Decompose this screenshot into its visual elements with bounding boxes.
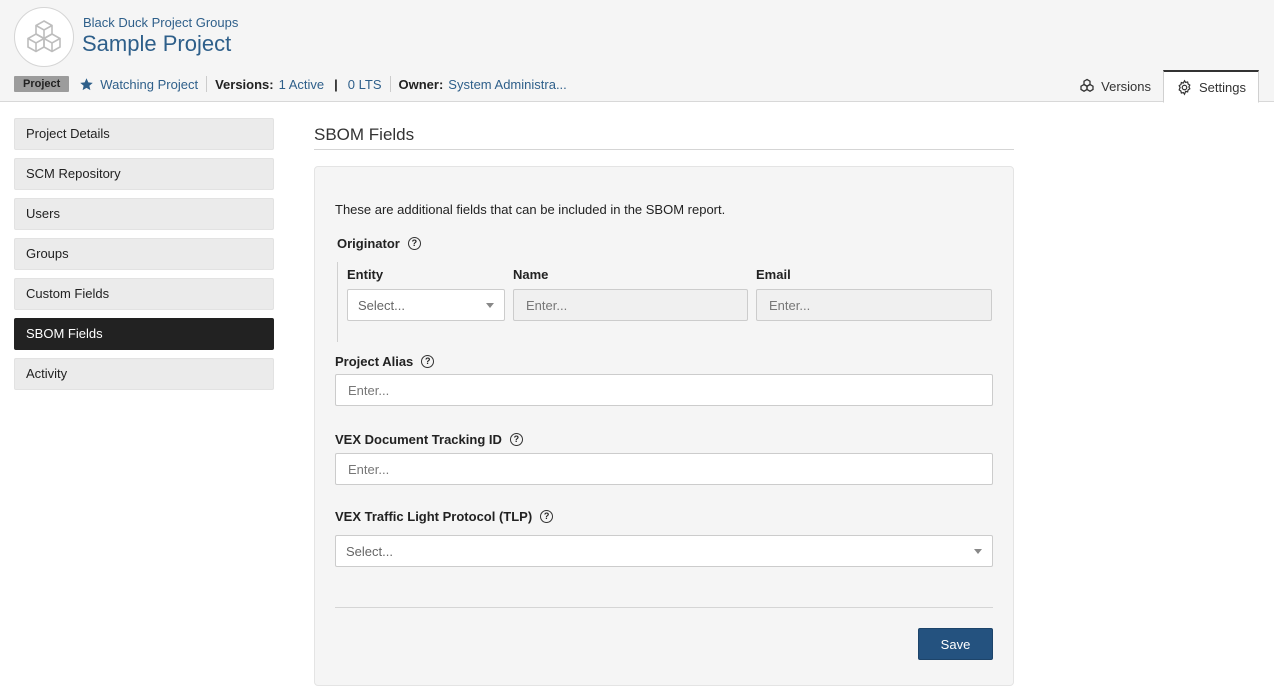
name-label: Name [513,267,549,282]
settings-sidebar: Project Details SCM Repository Users Gro… [14,118,274,398]
project-header: Black Duck Project Groups Sample Project… [0,0,1274,103]
entity-select[interactable]: Select... [347,289,505,321]
meta-divider [389,76,391,92]
project-logo [14,7,74,67]
parent-group-link[interactable]: Black Duck Project Groups [83,15,238,30]
sidebar-item-project-details[interactable]: Project Details [14,118,274,150]
originator-help-icon[interactable]: ? [407,237,421,250]
originator-label: Originator ? [337,236,421,251]
sidebar-item-groups[interactable]: Groups [14,238,274,270]
sidebar-item-sbom-fields[interactable]: SBOM Fields [14,318,274,350]
watching-project-link[interactable]: Watching Project [100,77,198,92]
tab-settings[interactable]: Settings [1163,70,1259,103]
vex-tracking-label-text: VEX Document Tracking ID [335,432,502,447]
owner-link[interactable]: System Administra... [448,77,566,92]
meta-divider [206,76,208,92]
versions-separator: | [334,76,338,92]
sbom-fields-form: These are additional fields that can be … [314,166,1014,686]
owner-label: Owner: [398,76,444,92]
sidebar-item-users[interactable]: Users [14,198,274,230]
sidebar-item-scm-repository[interactable]: SCM Repository [14,158,274,190]
form-divider [335,607,993,608]
cubes-icon [27,20,61,53]
originator-label-text: Originator [337,236,400,251]
chevron-down-icon [974,548,982,554]
tab-settings-label: Settings [1199,79,1246,95]
versions-label: Versions: [215,76,274,92]
tab-versions[interactable]: Versions [1067,70,1163,102]
vex-tlp-select-value: Select... [346,543,393,559]
entity-label: Entity [347,267,384,282]
project-alias-input[interactable] [335,374,993,406]
entity-select-value: Select... [358,297,405,313]
project-alias-label-text: Project Alias [335,354,414,369]
vex-tracking-input[interactable] [335,453,993,485]
project-alias-label: Project Alias ? [335,354,435,369]
sidebar-item-custom-fields[interactable]: Custom Fields [14,278,274,310]
vex-tlp-select[interactable]: Select... [335,535,993,567]
chevron-down-icon [486,302,494,308]
vex-tracking-help-icon[interactable]: ? [509,433,523,446]
vex-tlp-label: VEX Traffic Light Protocol (TLP) ? [335,509,554,524]
active-versions-link[interactable]: 1 Active [279,77,325,92]
project-tabs: Versions Settings [1067,70,1259,103]
versions-icon [1080,78,1094,92]
star-icon[interactable] [79,77,94,92]
project-meta-bar: Project Watching Project Versions: 1 Act… [14,75,567,93]
originator-email-input[interactable] [756,289,992,321]
gear-icon [1178,79,1191,96]
sidebar-item-activity[interactable]: Activity [14,358,274,390]
originator-group: Entity Select... Name Email [337,262,997,342]
page-title: Sample Project [82,31,232,56]
tab-versions-label: Versions [1101,78,1152,94]
originator-name-input[interactable] [513,289,748,321]
lts-versions-link[interactable]: 0 LTS [348,77,382,92]
project-badge: Project [14,76,70,92]
vex-tlp-help-icon[interactable]: ? [540,510,554,523]
save-button[interactable]: Save [918,628,993,660]
email-label: Email [756,267,791,282]
section-title: SBOM Fields [314,125,1014,150]
vex-tracking-label: VEX Document Tracking ID ? [335,432,523,447]
project-alias-help-icon[interactable]: ? [421,355,435,368]
vex-tlp-label-text: VEX Traffic Light Protocol (TLP) [335,509,533,524]
form-description: These are additional fields that can be … [335,202,726,217]
